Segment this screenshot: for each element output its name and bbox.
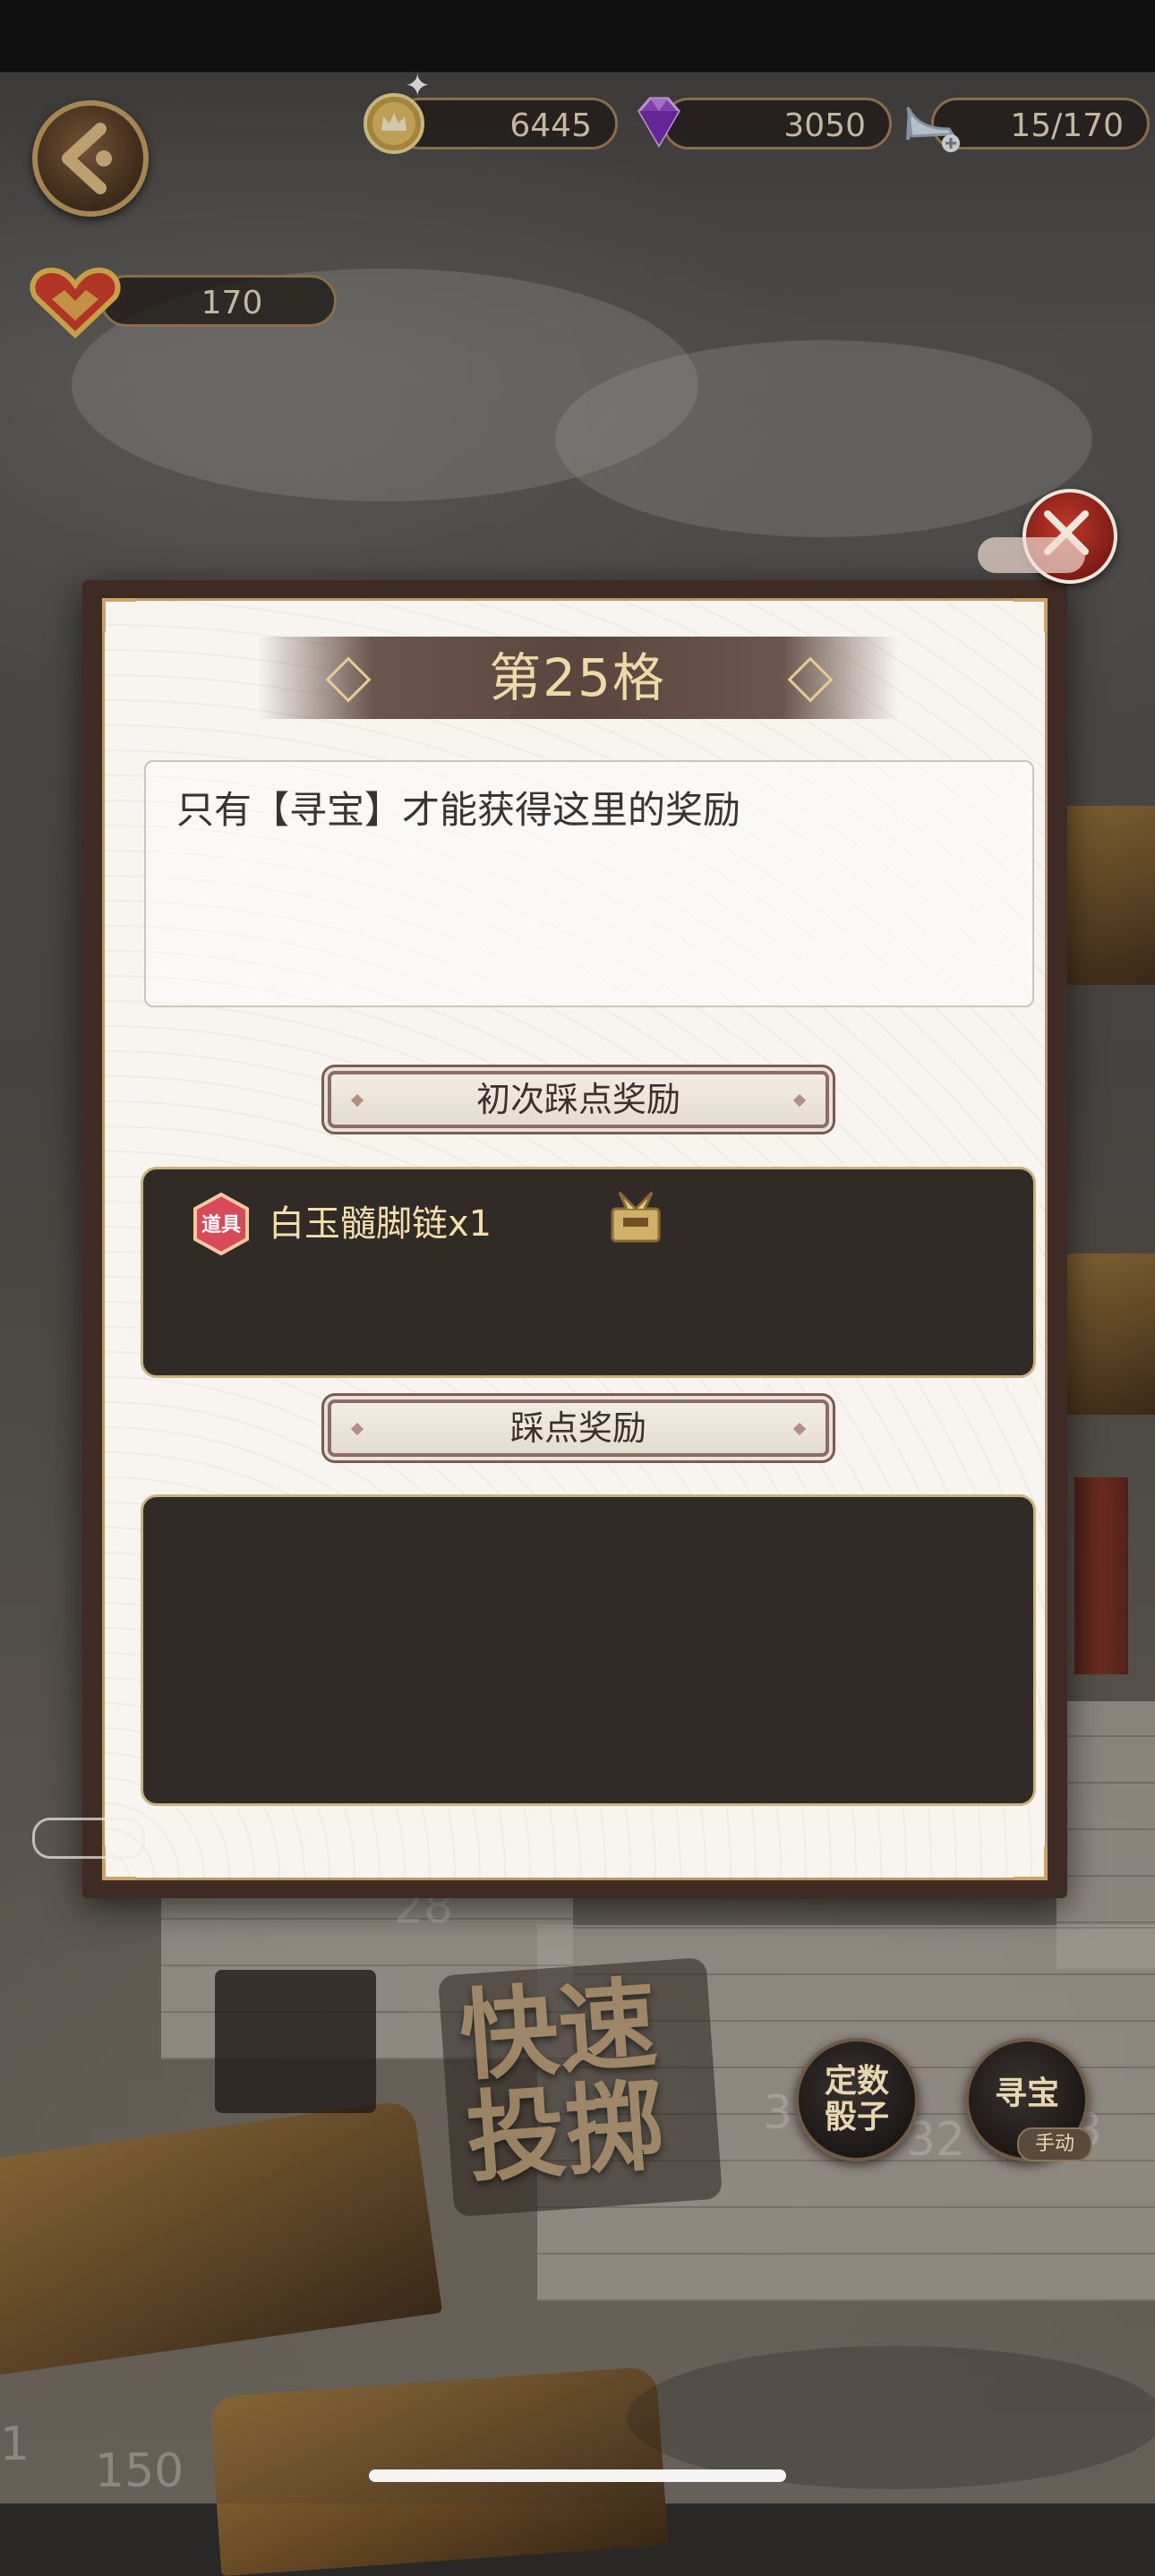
quick-roll-label-2: 投掷 [463,2067,668,2196]
diamond-dot-icon [350,1093,364,1108]
description-box: 只有【寻宝】才能获得这里的奖励 [144,760,1034,1007]
visit-reward-panel [141,1494,1036,1806]
first-visit-reward-header: 初次踩点奖励 [328,1071,829,1128]
corner-ornament [1014,1846,1048,1880]
gift-box-icon[interactable] [607,1187,664,1245]
diamond-dot-icon [792,1422,807,1436]
manual-mode-tag[interactable]: 手动 [1017,2127,1092,2161]
title-banner: 第25格 [257,637,898,719]
home-indicator[interactable] [369,2469,786,2482]
diamond-dot-icon [792,1093,807,1108]
fixed-dice-button[interactable]: 定数 骰子 [795,2038,919,2161]
first-visit-reward-label: 初次踩点奖励 [475,1080,680,1119]
cloud-ornament [32,1818,145,1859]
dialog-body: 第25格 只有【寻宝】才能获得这里的奖励 初次踩点奖励 道具 白玉髓脚链x1 踩… [102,598,1048,1880]
description-text: 只有【寻宝】才能获得这里的奖励 [176,788,741,832]
fixed-dice-label-2: 骰子 [824,2098,889,2135]
visit-reward-header: 踩点奖励 [328,1399,829,1457]
visit-reward-label: 踩点奖励 [509,1408,646,1448]
quick-roll-button[interactable]: 快速 投掷 [437,1956,723,2218]
corner-ornament [102,598,136,632]
corner-ornament [1014,598,1048,632]
diamond-dot-icon [350,1422,364,1436]
cell-info-dialog: 第25格 只有【寻宝】才能获得这里的奖励 初次踩点奖励 道具 白玉髓脚链x1 踩… [82,580,1067,1898]
item-badge-label: 道具 [201,1214,241,1237]
reward-item-name: 白玉髓脚链x1 [269,1203,492,1245]
cloud-ornament [978,537,1085,573]
first-visit-reward-panel: 道具 白玉髓脚链x1 [141,1167,1036,1378]
treasure-hunt-label: 寻宝 [994,2075,1059,2112]
fixed-dice-label-1: 定数 [824,2062,889,2100]
